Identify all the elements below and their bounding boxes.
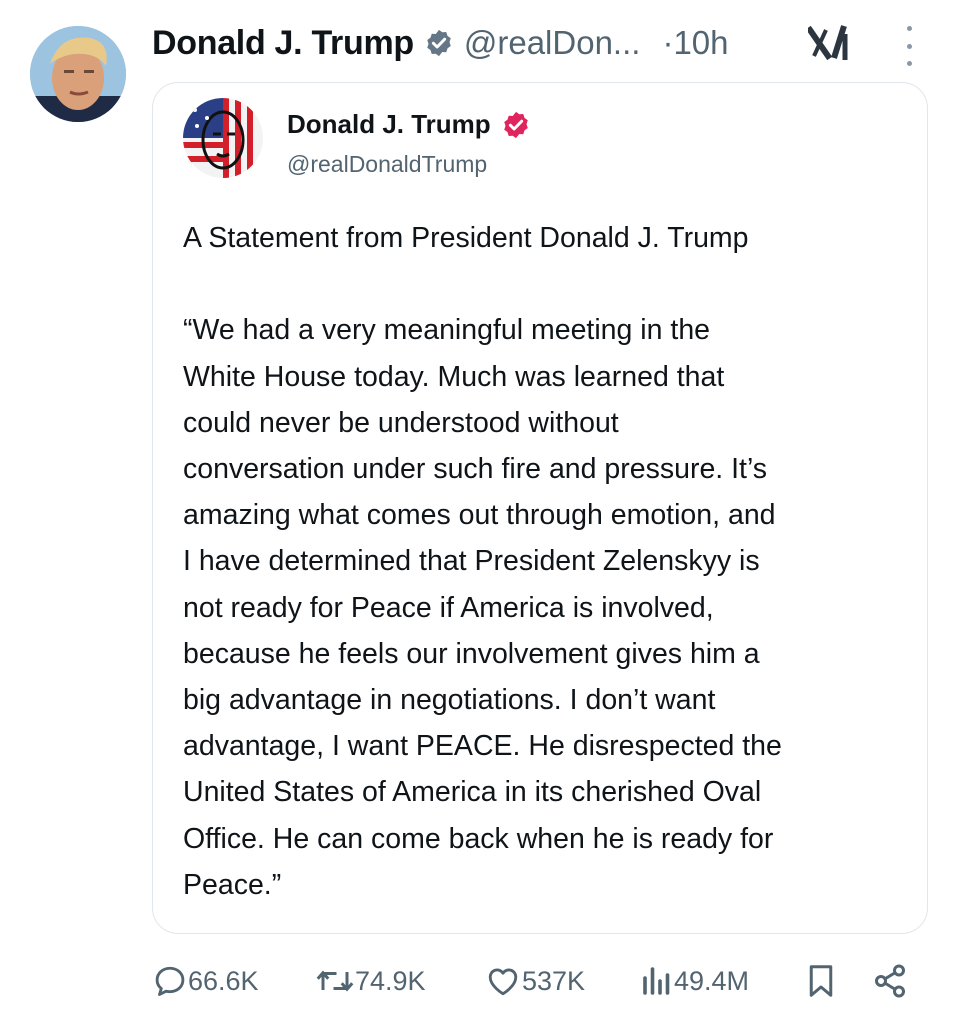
repost-icon — [316, 970, 354, 992]
share-icon — [875, 964, 905, 998]
like-button[interactable]: 537K — [484, 958, 585, 1004]
grok-icon[interactable] — [808, 24, 850, 62]
like-count: 537K — [522, 965, 586, 996]
verified-badge-icon — [427, 29, 451, 57]
author-handle[interactable]: @realDon... — [464, 24, 641, 62]
quoted-author-avatar[interactable] — [183, 98, 263, 178]
repost-count: 74.9K — [355, 965, 426, 996]
author-name[interactable]: Donald J. Trump — [152, 24, 414, 63]
views-count: 49.4M — [674, 965, 750, 996]
quoted-author-handle[interactable]: @realDonaldTrump — [287, 151, 487, 178]
post-separator: · — [662, 24, 674, 61]
reply-button[interactable]: 66.6K — [152, 958, 259, 1004]
verified-badge-icon — [503, 111, 528, 138]
quoted-author-name[interactable]: Donald J. Trump — [287, 109, 491, 140]
quoted-author-name-row: Donald J. Trump — [287, 109, 531, 140]
like-icon — [488, 968, 518, 996]
post-time[interactable]: 10h — [673, 24, 728, 62]
reply-count: 66.6K — [188, 965, 259, 996]
views-button[interactable]: 49.4M — [640, 958, 749, 1004]
share-button[interactable] — [872, 958, 908, 1004]
post-header: Donald J. Trump @realDon... · 10h — [152, 18, 729, 68]
quoted-post-text: A Statement from President Donald J. Tru… — [183, 222, 782, 901]
post-action-bar: 66.6K 74.9K 537K 49.4M — [152, 958, 922, 1004]
bookmark-icon — [809, 965, 833, 997]
views-icon — [643, 967, 670, 995]
quoted-post-card[interactable]: Donald J. Trump @realDonaldTrump A State… — [152, 82, 928, 934]
more-options-icon[interactable] — [896, 26, 922, 66]
author-avatar[interactable] — [30, 26, 126, 122]
bookmark-button[interactable] — [806, 958, 836, 1004]
reply-icon — [155, 966, 185, 996]
repost-button[interactable]: 74.9K — [315, 958, 426, 1004]
